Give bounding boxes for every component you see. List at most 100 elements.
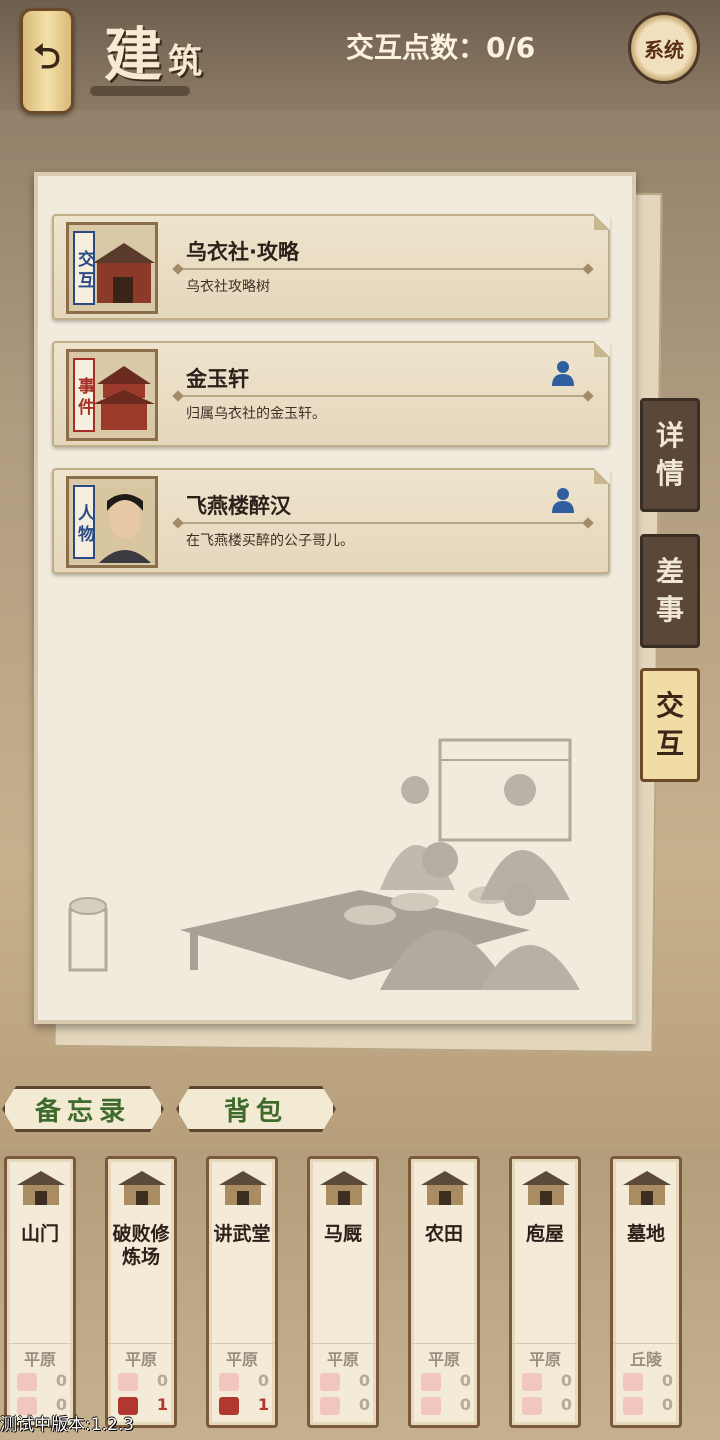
building-stat-map: 0	[17, 1371, 67, 1393]
person-icon	[552, 361, 574, 386]
tab-errands[interactable]: 差事	[640, 534, 700, 648]
page-title-sub: 筑	[168, 42, 202, 82]
building-card[interactable]: 讲武堂平原 0 1	[206, 1156, 278, 1428]
version-label: 测试中版本:1.2.3	[0, 1415, 134, 1435]
building-stat-map: 0	[320, 1371, 370, 1393]
card-description: 归属乌衣社的金玉轩。	[186, 406, 326, 422]
building-terrain: 平原	[310, 1343, 376, 1370]
building-card[interactable]: 山门 平原 0 0	[4, 1156, 76, 1428]
title-underline	[90, 86, 190, 96]
building-stat-people: 0	[623, 1395, 673, 1417]
building-terrain: 平原	[108, 1343, 174, 1370]
map-scroll-icon	[17, 1373, 37, 1391]
tab-label: 差事	[655, 555, 684, 626]
map-scroll-icon	[421, 1373, 441, 1391]
bag-tab[interactable]: 背包	[176, 1086, 336, 1132]
building-terrain: 平原	[209, 1343, 275, 1370]
building-stat-map: 0	[522, 1371, 572, 1393]
building-card[interactable]: 墓地 丘陵 0 0	[610, 1156, 682, 1428]
system-button[interactable]: 系统	[628, 12, 700, 84]
map-scroll-icon	[522, 1373, 542, 1391]
map-scroll-icon	[118, 1373, 138, 1391]
stat-value: 0	[459, 1395, 471, 1414]
page-title: 建	[104, 21, 163, 89]
card-title: 飞燕楼醉汉	[186, 494, 291, 518]
card-description: 在飞燕楼买醉的公子哥儿。	[186, 533, 354, 549]
banquet-scene-illustration	[68, 738, 580, 990]
building-name: 墓地	[626, 1223, 665, 1245]
divider	[178, 522, 588, 524]
hall-icon	[219, 1171, 267, 1205]
building-stat-map: 0	[219, 1371, 269, 1393]
card-tag: 交互	[73, 231, 95, 305]
building-stat-people: 0	[522, 1395, 572, 1417]
person-icon	[552, 488, 574, 513]
back-arrow-icon: ⮌	[33, 36, 61, 77]
farm-icon	[421, 1171, 469, 1205]
stat-value: 0	[459, 1371, 471, 1390]
building-card[interactable]: 破败修炼场平原 0 1	[105, 1156, 177, 1428]
building-card[interactable]: 农田 平原 0 0	[408, 1156, 480, 1428]
tomb-icon	[623, 1171, 671, 1205]
building-stat-map: 0	[623, 1371, 673, 1393]
building-name: 破败修炼场	[112, 1223, 170, 1268]
building-stat-people: 0	[421, 1395, 471, 1417]
building-name: 马厩	[323, 1223, 362, 1245]
stat-value: 0	[560, 1371, 572, 1390]
card-thumbnail: 交互	[66, 222, 158, 314]
tab-label: 详情	[655, 419, 684, 490]
card-description: 乌衣社攻略树	[186, 279, 270, 295]
building-stat-people: 1	[219, 1395, 269, 1417]
person-icon	[320, 1397, 340, 1415]
person-icon	[623, 1397, 643, 1415]
card-thumbnail: 事件	[66, 349, 158, 441]
stat-value: 0	[661, 1371, 673, 1390]
stat-value: 0	[358, 1371, 370, 1390]
list-item[interactable]: 交互 乌衣社·攻略 乌衣社攻略树	[52, 214, 610, 320]
building-terrain: 平原	[512, 1343, 578, 1370]
interaction-points: 交互点数：0/6	[346, 31, 536, 64]
building-name: 山门	[20, 1223, 59, 1245]
character-portrait-icon	[93, 487, 155, 563]
card-tag: 事件	[73, 358, 95, 432]
stat-value: 0	[257, 1371, 269, 1390]
building-stat-map: 0	[118, 1371, 168, 1393]
card-tag: 人物	[73, 485, 95, 559]
building-card[interactable]: 庖屋 平原 0 0	[509, 1156, 581, 1428]
card-title: 金玉轩	[186, 367, 249, 391]
tab-label: 交互	[655, 689, 684, 760]
back-button[interactable]: ⮌	[20, 8, 74, 114]
stat-value: 0	[560, 1395, 572, 1414]
gate-icon	[17, 1171, 65, 1205]
building-stat-map: 0	[421, 1371, 471, 1393]
stable-icon	[320, 1171, 368, 1205]
building-terrain: 丘陵	[613, 1343, 679, 1370]
building-name: 讲武堂	[213, 1223, 271, 1245]
kitchen-icon	[522, 1171, 570, 1205]
card-thumbnail: 人物	[66, 476, 158, 568]
memo-tab[interactable]: 备忘录	[2, 1086, 164, 1132]
pagoda-illustration-icon	[93, 366, 155, 430]
stat-value: 0	[156, 1371, 168, 1390]
stat-value: 1	[257, 1395, 269, 1414]
stat-value: 0	[358, 1395, 370, 1414]
building-illustration-icon	[93, 243, 155, 303]
person-icon	[421, 1397, 441, 1415]
map-scroll-icon	[219, 1373, 239, 1391]
stat-value: 0	[55, 1371, 67, 1390]
tab-interaction[interactable]: 交互	[640, 668, 700, 782]
person-icon	[522, 1397, 542, 1415]
building-terrain: 平原	[7, 1343, 73, 1370]
building-name: 庖屋	[525, 1223, 564, 1245]
map-scroll-icon	[623, 1373, 643, 1391]
building-terrain: 平原	[411, 1343, 477, 1370]
list-item[interactable]: 人物 飞燕楼醉汉 在飞燕楼买醉的公子哥儿。	[52, 468, 610, 574]
building-card[interactable]: 马厩 平原 0 0	[307, 1156, 379, 1428]
card-title: 乌衣社·攻略	[186, 240, 299, 264]
stat-value: 1	[156, 1395, 168, 1414]
building-name: 农田	[424, 1223, 463, 1245]
tab-details[interactable]: 详情	[640, 398, 700, 512]
divider	[178, 395, 588, 397]
list-item[interactable]: 事件 金玉轩 归属乌衣社的金玉轩。	[52, 341, 610, 447]
building-stat-people: 0	[320, 1395, 370, 1417]
